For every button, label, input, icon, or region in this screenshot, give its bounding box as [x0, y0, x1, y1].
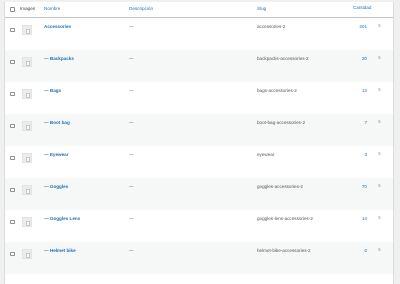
category-count-link[interactable]: 7 [349, 120, 367, 125]
row-checkbox[interactable] [10, 123, 15, 128]
column-count[interactable]: Cantidad [353, 5, 371, 10]
row-checkbox[interactable] [10, 219, 15, 224]
category-count-link[interactable]: 13 [349, 88, 367, 93]
category-name-link[interactable]: — Goggles [44, 184, 68, 189]
category-description: — [129, 248, 134, 253]
category-name-link[interactable]: — Backpacks [44, 56, 74, 61]
table-row: — Goggles Lens — goggles-lens-accessories-… [5, 210, 393, 242]
category-description: — [129, 88, 134, 93]
row-checkbox[interactable] [10, 187, 15, 192]
placeholder-image-icon [22, 121, 32, 131]
categories-table: Imagen Nombre Descripción Slug Cantidad … [4, 2, 394, 284]
drag-handle-icon[interactable]: ≡ [378, 183, 381, 189]
category-slug: bags-accessories-2 [257, 88, 297, 93]
placeholder-image-icon [22, 217, 32, 227]
table-row: — Bags — bags-accessories-2 13 ≡ [5, 82, 393, 114]
drag-handle-icon[interactable]: ≡ [378, 247, 381, 253]
category-description: — [129, 152, 134, 157]
drag-handle-icon[interactable]: ≡ [378, 23, 381, 29]
category-description: — [129, 24, 134, 29]
category-description: — [129, 56, 134, 61]
placeholder-image-icon [22, 153, 32, 163]
placeholder-image-icon [22, 57, 32, 67]
table-row: — Eyewear — eyewear 3 ≡ [5, 146, 393, 178]
row-checkbox[interactable] [10, 155, 15, 160]
category-slug: accessories-2 [257, 24, 286, 29]
category-description: — [129, 120, 134, 125]
table-row: Accessories — accessories-2 201 ≡ [5, 18, 393, 50]
category-name-link[interactable]: — Bags [44, 88, 61, 93]
table-header: Imagen Nombre Descripción Slug Cantidad [5, 2, 393, 18]
placeholder-image-icon [22, 25, 32, 35]
category-slug: helmet-bike-accessories-2 [257, 248, 311, 253]
drag-handle-icon[interactable]: ≡ [378, 55, 381, 61]
column-slug[interactable]: Slug [257, 6, 266, 11]
column-image: Imagen [20, 6, 36, 11]
table-row: — Backpacks — backpacks-accessories-2 20 ≡ [5, 50, 393, 82]
drag-handle-icon[interactable]: ≡ [378, 151, 381, 157]
row-checkbox[interactable] [10, 251, 15, 256]
category-name-link[interactable]: — Goggles Lens [44, 216, 80, 221]
column-description[interactable]: Descripción [129, 6, 153, 11]
category-slug: goggles-lens-accessories-2 [257, 216, 313, 221]
category-name-link[interactable]: — Helmet bike [44, 248, 76, 253]
placeholder-image-icon [22, 89, 32, 99]
row-checkbox[interactable] [10, 59, 15, 64]
category-slug: backpacks-accessories-2 [257, 56, 309, 61]
placeholder-image-icon [22, 249, 32, 259]
category-slug: eyewear [257, 152, 275, 157]
drag-handle-icon[interactable]: ≡ [378, 215, 381, 221]
row-checkbox[interactable] [10, 27, 15, 32]
drag-handle-icon[interactable]: ≡ [378, 87, 381, 93]
placeholder-image-icon [22, 185, 32, 195]
category-name-link[interactable]: — Eyewear [44, 152, 69, 157]
category-description: — [129, 184, 134, 189]
category-description: — [129, 216, 134, 221]
category-count-link[interactable]: 14 [349, 216, 367, 221]
table-row: — Goggles — goggles-accessories-2 70 ≡ [5, 178, 393, 210]
column-name[interactable]: Nombre [44, 6, 60, 11]
table-row: — Helmet bike — helmet-bike-accessories-2 0… [5, 242, 393, 274]
category-count-link[interactable]: 20 [349, 56, 367, 61]
category-slug: boot-bag-accessories-2 [257, 120, 306, 125]
drag-handle-icon[interactable]: ≡ [378, 119, 381, 125]
category-slug: goggles-accessories-2 [257, 184, 303, 189]
category-count-link[interactable]: 0 [349, 248, 367, 253]
category-name-link[interactable]: Accessories [44, 24, 71, 29]
category-name-link[interactable]: — Boot bag [44, 120, 70, 125]
table-body: Accessories — accessories-2 201 ≡ — Backpacks… [5, 18, 393, 274]
select-all-checkbox[interactable] [10, 7, 15, 12]
row-checkbox[interactable] [10, 91, 15, 96]
category-count-link[interactable]: 201 [349, 24, 367, 29]
table-row: — Boot bag — boot-bag-accessories-2 7 ≡ [5, 114, 393, 146]
category-count-link[interactable]: 70 [349, 184, 367, 189]
category-count-link[interactable]: 3 [349, 152, 367, 157]
